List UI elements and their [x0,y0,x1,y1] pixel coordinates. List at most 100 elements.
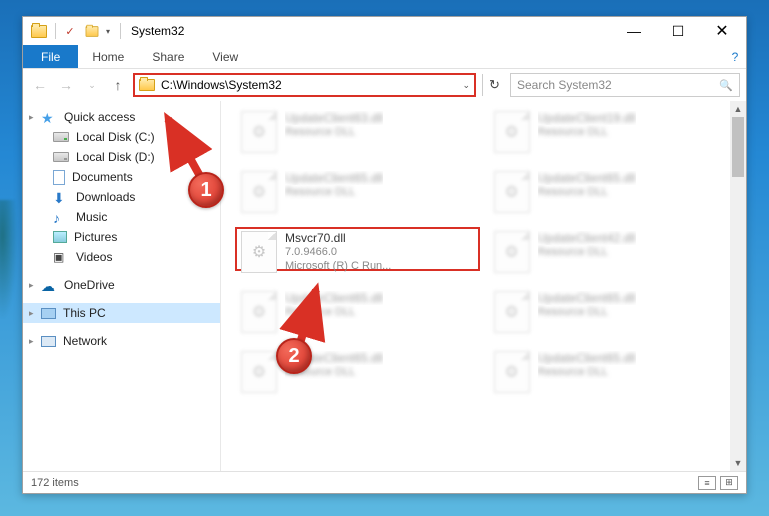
recent-dropdown[interactable]: ⌄ [81,74,103,96]
close-button[interactable]: ✕ [700,17,744,45]
forward-button[interactable]: → [55,74,77,96]
sidebar-item-label: Quick access [64,110,135,124]
file-item[interactable]: ⚙ UpdateClient65.dllResource DLL [241,171,474,215]
back-button[interactable]: ← [29,74,51,96]
sidebar-item-network[interactable]: ▸ Network [23,331,220,351]
app-icon [29,21,49,41]
file-detail: Resource DLL [538,185,636,199]
sidebar-item-label: OneDrive [64,278,115,292]
maximize-button[interactable]: ☐ [656,17,700,45]
address-path[interactable]: C:\Windows\System32 [161,78,456,92]
file-detail: Resource DLL [538,245,636,259]
up-button[interactable]: ↑ [107,74,129,96]
sidebar-item-local-disk-c-[interactable]: Local Disk (C:) [23,127,220,147]
file-item[interactable]: ⚙ UpdateClient65.dllResource DLL [494,171,727,215]
scroll-down-icon[interactable]: ▼ [730,455,746,471]
file-detail: Resource DLL [538,305,636,319]
sidebar-item-label: Local Disk (C:) [76,130,155,144]
tab-view[interactable]: View [198,45,252,68]
file-detail: Resource DLL [285,125,383,139]
file-name: UpdateClient42.dll [538,231,636,245]
file-explorer-window: ✓ ▾ System32 — ☐ ✕ File Home Share View … [22,16,747,494]
sidebar-item-music[interactable]: ♪Music [23,207,220,227]
file-name: UpdateClient65.dll [538,351,636,365]
file-item[interactable]: ⚙ UpdateClient65.dllResource DLL [241,291,474,335]
file-name: UpdateClient65.dll [538,291,636,305]
scroll-up-icon[interactable]: ▲ [730,101,746,117]
file-name: UpdateClient65.dll [285,171,383,185]
address-folder-icon [139,79,155,91]
sidebar-item-label: Pictures [74,230,117,244]
file-name: UpdateClient65.dll [285,291,383,305]
dll-file-icon: ⚙ [494,111,530,153]
window-title: System32 [131,24,184,38]
ribbon-tabs: File Home Share View ? [23,45,746,69]
file-name: UpdateClient19.dll [538,111,636,125]
scrollbar-vertical[interactable]: ▲ ▼ [730,101,746,471]
file-item[interactable]: ⚙ UpdateClient65.dllResource DLL [494,291,727,335]
file-item[interactable]: ⚙ UpdateClient63.dllResource DLL [241,111,474,155]
file-detail: Resource DLL [285,305,383,319]
qat-properties-icon[interactable]: ✓ [60,21,80,41]
minimize-button[interactable]: — [612,17,656,45]
callout-marker-1: 1 [188,172,224,208]
scroll-thumb[interactable] [732,117,744,177]
file-detail: Resource DLL [538,125,636,139]
search-placeholder: Search System32 [517,78,719,92]
file-item[interactable]: ⚙Msvcr70.dll7.0.9466.0Microsoft (R) C Ru… [235,227,480,271]
dll-file-icon: ⚙ [241,351,277,393]
qat-newfolder-icon[interactable] [82,21,102,41]
address-bar[interactable]: C:\Windows\System32 ⌄ [133,73,476,97]
sidebar-item-this-pc[interactable]: ▸ This PC [23,303,220,323]
chevron-right-icon: ▸ [29,308,34,319]
file-detail: 7.0.9466.0 [285,245,391,259]
sidebar-item-pictures[interactable]: Pictures [23,227,220,247]
dll-file-icon: ⚙ [494,351,530,393]
address-row: ← → ⌄ ↑ C:\Windows\System32 ⌄ ↻ Search S… [23,69,746,101]
file-detail: Resource DLL [538,365,636,379]
sidebar-item-label: Downloads [76,190,135,204]
chevron-right-icon: ▸ [29,112,34,123]
help-icon[interactable]: ? [724,45,746,68]
status-item-count: 172 items [31,477,79,489]
callout-marker-2: 2 [276,338,312,374]
address-dropdown-icon[interactable]: ⌄ [462,80,470,91]
file-name: UpdateClient63.dll [285,111,383,125]
chevron-right-icon: ▸ [29,336,34,347]
file-item[interactable]: ⚙ UpdateClient42.dllResource DLL [494,231,727,275]
dll-file-icon: ⚙ [241,231,277,273]
sidebar-item-label: Local Disk (D:) [76,150,155,164]
sidebar-item-label: This PC [63,306,106,320]
file-name: UpdateClient65.dll [538,171,636,185]
dll-file-icon: ⚙ [494,231,530,273]
sidebar-item-label: Videos [76,250,112,264]
tab-home[interactable]: Home [78,45,138,68]
sidebar-item-local-disk-d-[interactable]: Local Disk (D:) [23,147,220,167]
chevron-right-icon: ▸ [29,280,34,291]
title-bar: ✓ ▾ System32 — ☐ ✕ [23,17,746,45]
file-item[interactable]: ⚙ UpdateClient65.dllResource DLL [494,351,727,395]
dll-file-icon: ⚙ [494,291,530,333]
view-icons-button[interactable]: ⊞ [720,476,738,490]
tab-share[interactable]: Share [138,45,198,68]
file-name: Msvcr70.dll [285,231,391,245]
view-details-button[interactable]: ≡ [698,476,716,490]
refresh-button[interactable]: ↻ [482,74,506,96]
tab-file[interactable]: File [23,45,78,68]
sidebar-item-quick-access[interactable]: ▸★Quick access [23,107,220,127]
sidebar-item-onedrive[interactable]: ▸☁OneDrive [23,275,220,295]
dll-file-icon: ⚙ [241,291,277,333]
file-detail: Resource DLL [285,185,383,199]
dll-file-icon: ⚙ [494,171,530,213]
dll-file-icon: ⚙ [241,111,277,153]
sidebar-item-label: Network [63,334,107,348]
dll-file-icon: ⚙ [241,171,277,213]
sidebar-item-videos[interactable]: ▣Videos [23,247,220,267]
file-item[interactable]: ⚙ UpdateClient19.dllResource DLL [494,111,727,155]
sidebar-item-label: Documents [72,170,133,184]
search-input[interactable]: Search System32 🔍 [510,73,740,97]
file-list[interactable]: ⚙UpdateClient63.dllResource DLL⚙UpdateCl… [221,101,746,471]
search-icon: 🔍 [719,79,733,92]
sidebar-item-label: Music [76,210,107,224]
qat-customize-icon[interactable]: ▾ [106,27,110,36]
